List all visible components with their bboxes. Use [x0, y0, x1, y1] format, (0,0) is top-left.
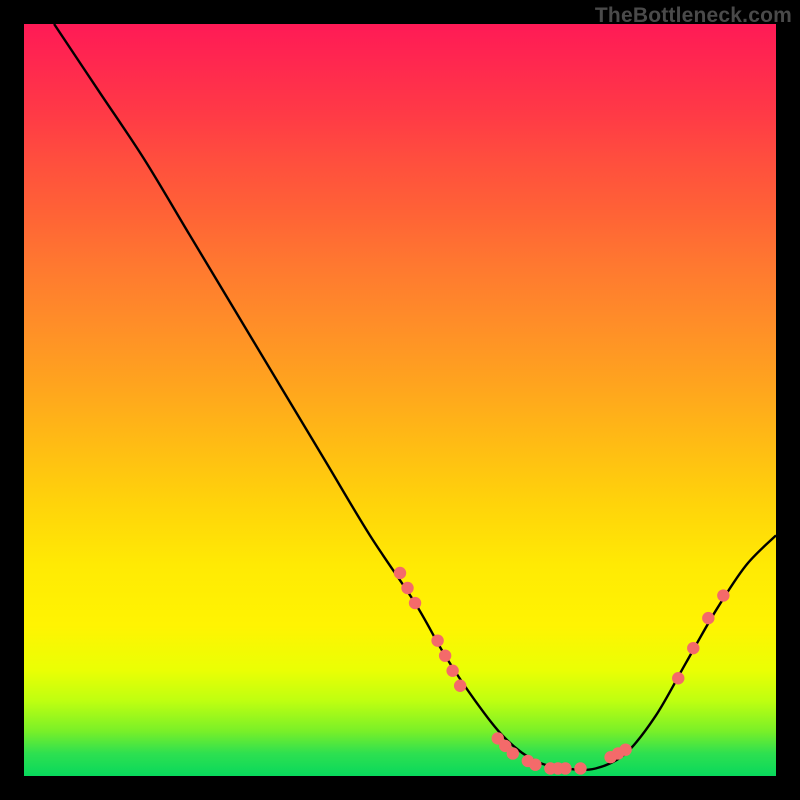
data-marker: [446, 665, 458, 677]
data-marker: [619, 743, 631, 755]
data-marker: [439, 649, 451, 661]
data-marker: [507, 747, 519, 759]
bottleneck-curve: [54, 24, 776, 770]
data-marker: [431, 634, 443, 646]
data-marker: [454, 680, 466, 692]
data-marker: [574, 762, 586, 774]
data-marker: [394, 567, 406, 579]
data-marker: [702, 612, 714, 624]
data-marker: [559, 762, 571, 774]
data-marker: [401, 582, 413, 594]
data-markers: [394, 567, 730, 775]
data-marker: [672, 672, 684, 684]
data-marker: [687, 642, 699, 654]
chart-frame: TheBottleneck.com: [0, 0, 800, 800]
data-marker: [409, 597, 421, 609]
plot-area: [24, 24, 776, 776]
chart-svg: [24, 24, 776, 776]
data-marker: [717, 589, 729, 601]
data-marker: [529, 759, 541, 771]
watermark-text: TheBottleneck.com: [595, 4, 792, 28]
